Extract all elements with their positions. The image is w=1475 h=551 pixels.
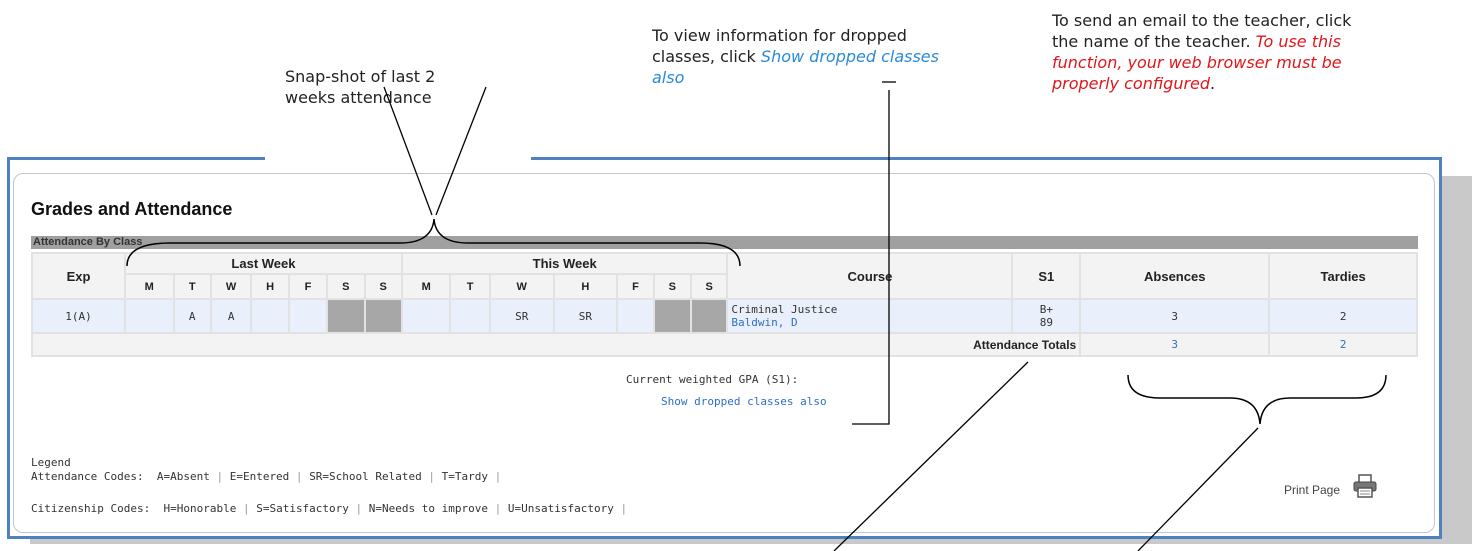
brace-days (126, 218, 741, 267)
brace-absences-tardies (1127, 374, 1387, 425)
callout-totals-line (833, 361, 1029, 551)
callout-snapshot-line-left (383, 86, 433, 216)
callout-absences-line (1137, 427, 1259, 551)
callout-snapshot-line-right (435, 86, 487, 216)
callout-lines (126, 81, 1387, 551)
callout-dropped-line (852, 90, 890, 425)
